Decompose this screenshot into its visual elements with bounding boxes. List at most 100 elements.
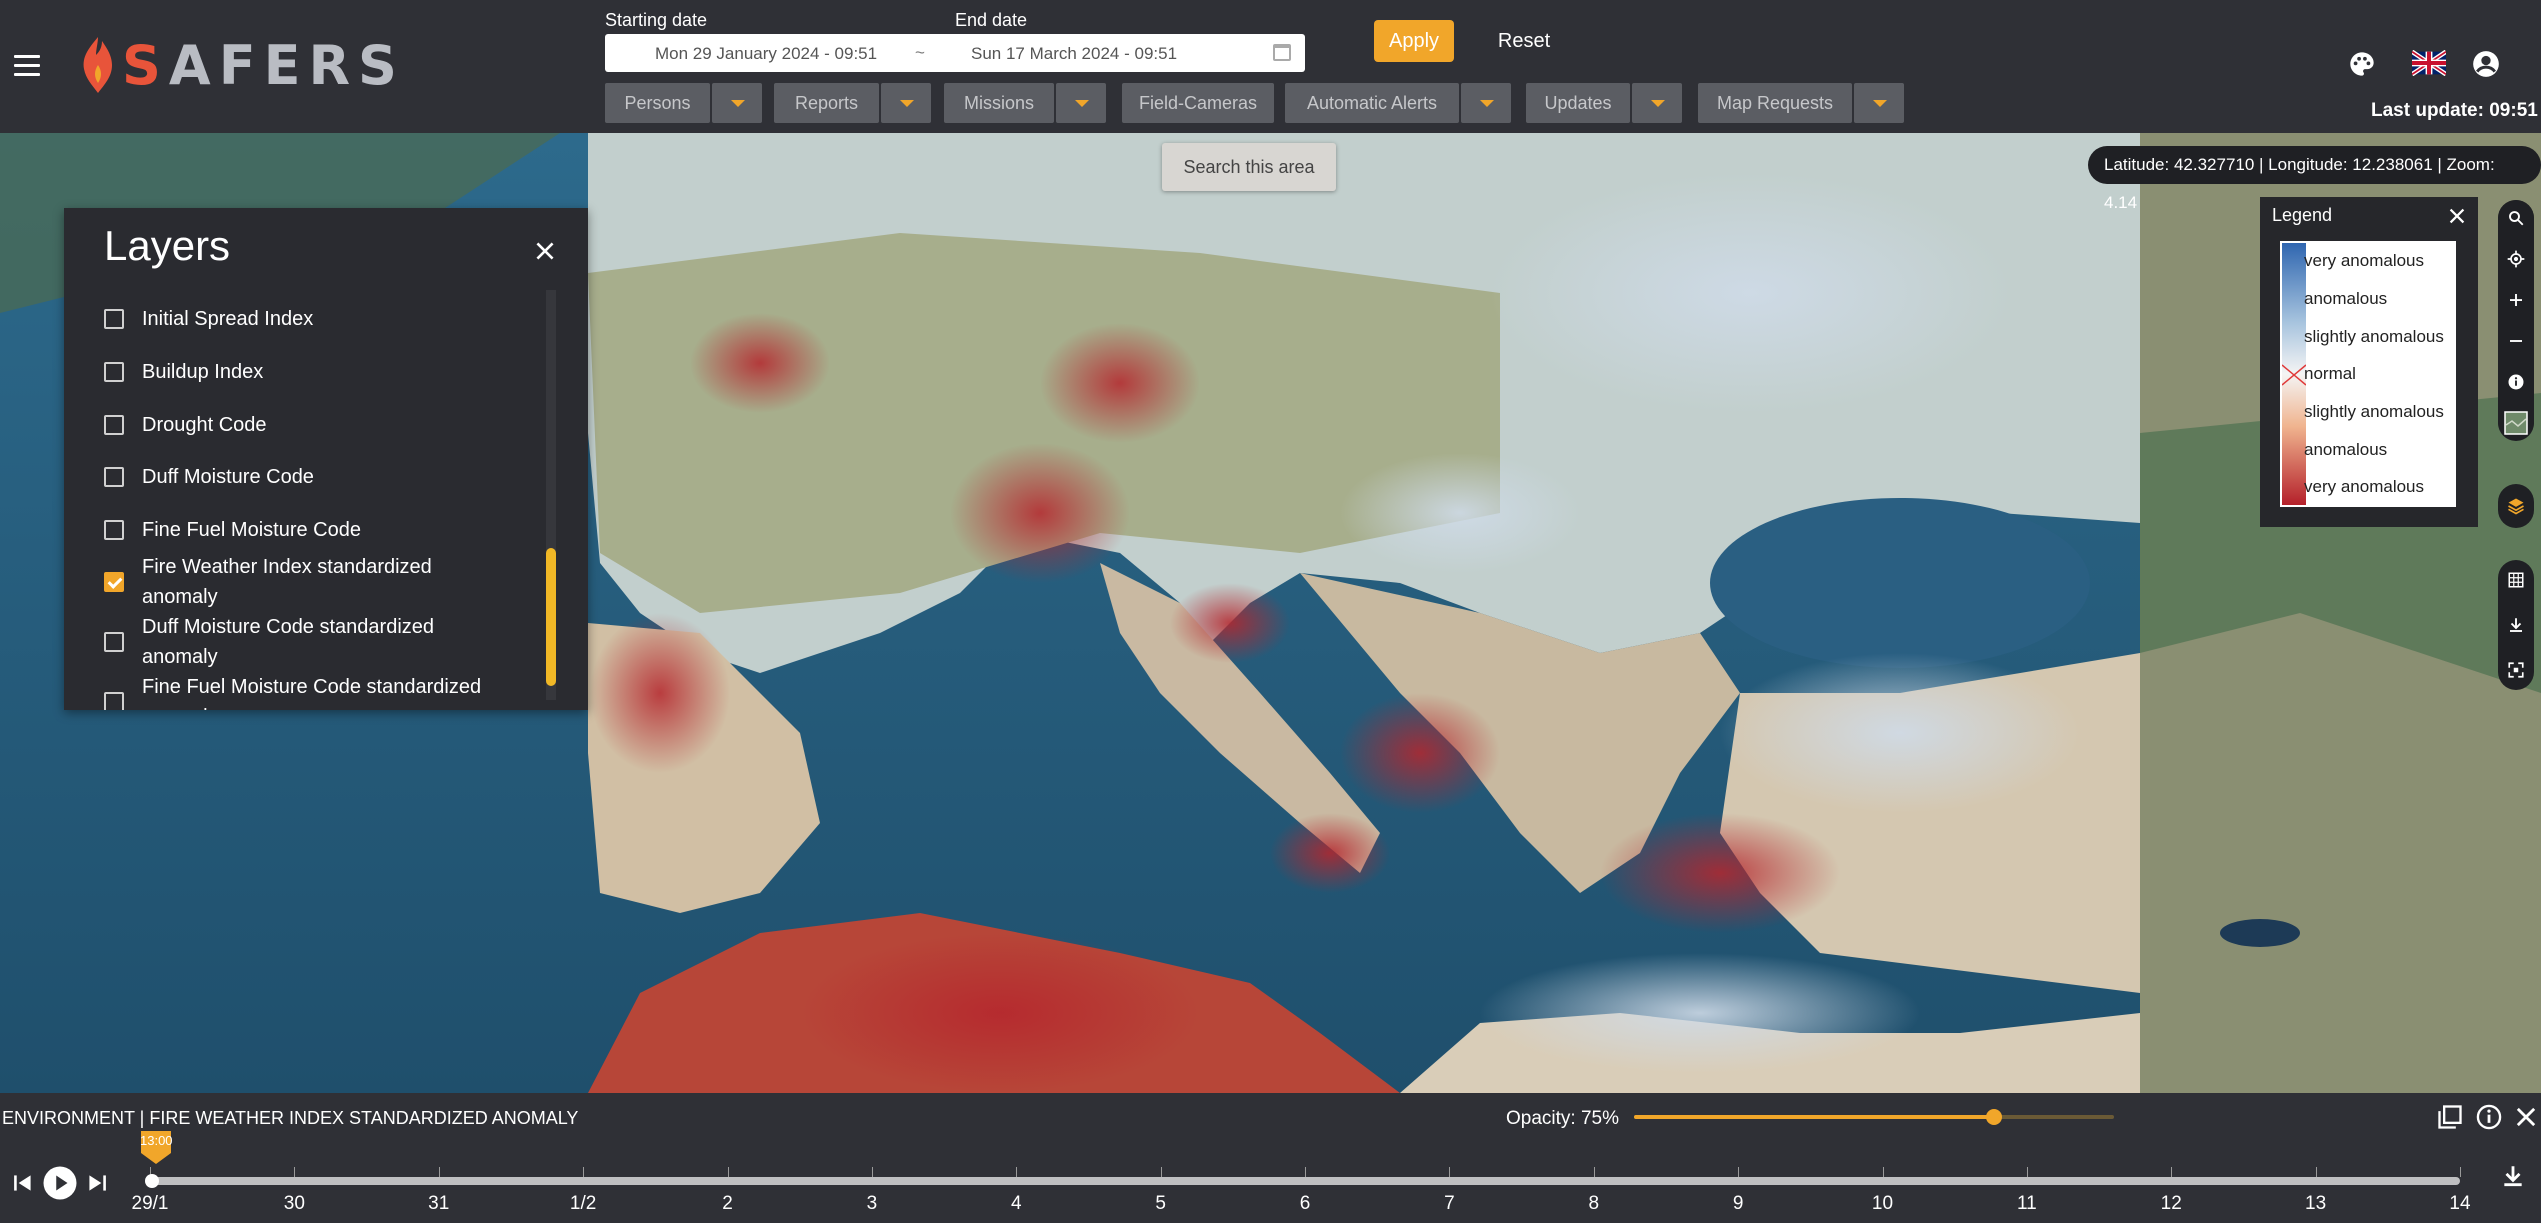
palette-icon[interactable]	[2348, 50, 2376, 78]
date-range-input[interactable]: Mon 29 January 2024 - 09:51 ~ Sun 17 Mar…	[605, 34, 1305, 72]
timeline-tick	[2315, 1167, 2317, 1177]
layer-label: Drought Code	[142, 414, 267, 436]
timeline-tick-label: 13	[2305, 1193, 2327, 1214]
skip-next-icon[interactable]	[84, 1170, 110, 1196]
account-icon[interactable]	[2472, 50, 2500, 78]
uk-flag-icon[interactable]	[2412, 50, 2446, 76]
filter-automatic-alerts-button[interactable]: Automatic Alerts	[1285, 83, 1459, 123]
info-icon[interactable]	[2498, 364, 2534, 400]
play-icon[interactable]	[42, 1165, 78, 1201]
legend-row: normal	[2304, 364, 2356, 383]
layers-panel: Layers Initial Spread Index Buildup Inde…	[64, 208, 588, 710]
legend-row: anomalous	[2304, 440, 2388, 459]
filter-automatic-alerts-dropdown-icon[interactable]	[1461, 83, 1511, 123]
start-date-value[interactable]: Mon 29 January 2024 - 09:51	[655, 44, 877, 64]
layer-checkbox[interactable]	[104, 415, 124, 435]
timeline-tick-label: 1/2	[569, 1193, 597, 1214]
zoom-in-icon[interactable]	[2498, 282, 2534, 318]
layers-title: Layers	[104, 222, 231, 269]
timeline-current-time: 13:00	[140, 1133, 173, 1148]
skip-previous-icon[interactable]	[10, 1170, 36, 1196]
close-layer-icon[interactable]	[2512, 1103, 2540, 1131]
layer-item-duff-moisture-code[interactable]: Duff Moisture Code	[104, 462, 544, 492]
timeline-track[interactable]	[150, 1167, 2461, 1185]
timeline-tick	[871, 1167, 873, 1177]
copy-layer-icon[interactable]	[2436, 1103, 2464, 1131]
layers-stack-icon[interactable]	[2498, 488, 2534, 524]
end-date-value[interactable]: Sun 17 March 2024 - 09:51	[971, 44, 1177, 64]
filter-persons-dropdown-icon[interactable]	[712, 83, 762, 123]
layers-scrollbar-thumb[interactable]	[546, 548, 556, 686]
opacity-label: Opacity: 75%	[1506, 1108, 1619, 1129]
layer-item-buildup-index[interactable]: Buildup Index	[104, 357, 544, 387]
map-thumbnail-icon[interactable]	[2498, 405, 2534, 441]
timeline-tick	[1593, 1167, 1595, 1177]
download-icon[interactable]	[2498, 607, 2534, 643]
search-icon[interactable]	[2498, 200, 2534, 236]
filter-missions-button[interactable]: Missions	[944, 83, 1054, 123]
filter-map-requests-button[interactable]: Map Requests	[1698, 83, 1852, 123]
layer-checkbox[interactable]	[104, 309, 124, 329]
close-icon[interactable]	[532, 238, 558, 264]
last-update-text: Last update: 09:51	[2371, 100, 2538, 121]
timeline-tick	[1882, 1167, 1884, 1177]
logo-text: SAFERS	[122, 34, 405, 97]
layer-item-drought-code[interactable]: Drought Code	[104, 410, 544, 440]
zoom-out-icon[interactable]	[2498, 323, 2534, 359]
timeline-tick	[2171, 1167, 2173, 1177]
timeline-tick	[1016, 1167, 1018, 1177]
apply-button[interactable]: Apply	[1374, 20, 1454, 62]
layer-item-fwi-standardized-anomaly[interactable]: Fire Weather Index standardized anomaly	[104, 552, 544, 612]
timeline-handle[interactable]	[145, 1174, 159, 1188]
close-icon[interactable]	[2446, 205, 2468, 227]
safers-logo: SAFERS	[80, 32, 405, 98]
layer-checkbox-checked[interactable]	[104, 572, 124, 592]
fullscreen-icon[interactable]	[2498, 652, 2534, 688]
layer-label: Initial Spread Index	[142, 308, 314, 330]
filter-field-cameras-button[interactable]: Field-Cameras	[1122, 83, 1274, 123]
download-icon[interactable]	[2500, 1163, 2526, 1189]
layer-item-fine-fuel-moisture-code[interactable]: Fine Fuel Moisture Code	[104, 515, 544, 545]
opacity-slider[interactable]	[1634, 1109, 2114, 1125]
layer-checkbox[interactable]	[104, 362, 124, 382]
filter-reports-dropdown-icon[interactable]	[881, 83, 931, 123]
reset-button[interactable]: Reset	[1482, 20, 1566, 62]
timeline-tick-label: 14	[2449, 1193, 2471, 1214]
timeline-tick-label: 30	[283, 1193, 305, 1214]
opacity-slider-thumb[interactable]	[1986, 1109, 2002, 1125]
calendar-icon[interactable]	[1273, 44, 1291, 61]
filter-missions-dropdown-icon[interactable]	[1056, 83, 1106, 123]
timeline-tick	[294, 1167, 296, 1177]
filter-updates-button[interactable]: Updates	[1526, 83, 1630, 123]
search-this-area-button[interactable]: Search this area	[1162, 143, 1336, 191]
layer-label: Fine Fuel Moisture Code	[142, 519, 361, 541]
filter-persons-button[interactable]: Persons	[605, 83, 710, 123]
legend-row: slightly anomalous	[2304, 402, 2444, 421]
layer-item-ffmc-standardized-anomaly[interactable]: Fine Fuel Moisture Code standardized ano…	[104, 672, 544, 710]
layer-checkbox[interactable]	[104, 520, 124, 540]
timeline-tick	[583, 1167, 585, 1177]
filter-map-requests-dropdown-icon[interactable]	[1854, 83, 1904, 123]
timeline-tick-label: 2	[722, 1193, 733, 1214]
start-date-label: Starting date	[605, 10, 708, 30]
menu-icon[interactable]	[14, 55, 40, 77]
timeline-bar: ENVIRONMENT | FIRE WEATHER INDEX STANDAR…	[0, 1093, 2541, 1223]
layer-info-icon[interactable]	[2475, 1103, 2503, 1131]
timeline-tick	[2460, 1167, 2461, 1177]
layers-list: Initial Spread Index Buildup Index Droug…	[64, 290, 544, 710]
filter-updates-dropdown-icon[interactable]	[1632, 83, 1682, 123]
timeline-tick-label: 4	[1010, 1193, 1022, 1214]
layer-label: Buildup Index	[142, 361, 264, 383]
layer-checkbox[interactable]	[104, 467, 124, 487]
layer-label: Fine Fuel Moisture Code standardized ano…	[142, 676, 482, 710]
table-icon[interactable]	[2498, 562, 2534, 598]
layer-checkbox[interactable]	[104, 632, 124, 652]
logo-text-s: S	[122, 33, 169, 97]
layer-item-dmc-standardized-anomaly[interactable]: Duff Moisture Code standardized anomaly	[104, 612, 544, 672]
layer-label: Fire Weather Index standardized anomaly	[142, 556, 432, 608]
layer-item-initial-spread-index[interactable]: Initial Spread Index	[104, 304, 544, 334]
locate-icon[interactable]	[2498, 241, 2534, 277]
layer-checkbox[interactable]	[104, 692, 124, 710]
end-date-label: End date	[955, 10, 1028, 30]
filter-reports-button[interactable]: Reports	[774, 83, 879, 123]
